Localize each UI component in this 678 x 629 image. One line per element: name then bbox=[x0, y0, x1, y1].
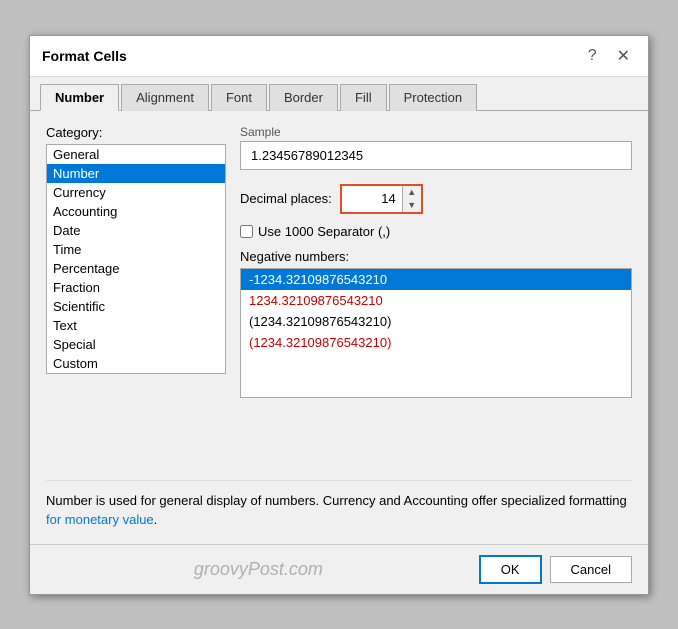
spin-down-button[interactable]: ▼ bbox=[403, 199, 421, 212]
category-item-special[interactable]: Special bbox=[47, 335, 225, 354]
category-item-text[interactable]: Text bbox=[47, 316, 225, 335]
decimal-spinner: ▲ ▼ bbox=[402, 186, 421, 212]
negative-list-wrapper: -1234.32109876543210 1234.32109876543210… bbox=[240, 268, 632, 398]
description-text-after: . bbox=[154, 512, 158, 527]
negative-label: Negative numbers: bbox=[240, 249, 632, 264]
sample-value: 1.23456789012345 bbox=[251, 148, 363, 163]
watermark: groovyPost.com bbox=[46, 559, 471, 580]
decimal-places-row: Decimal places: ▲ ▼ bbox=[240, 184, 632, 214]
sample-section: Sample 1.23456789012345 bbox=[240, 125, 632, 174]
category-item-number[interactable]: Number bbox=[47, 164, 225, 183]
format-cells-dialog: Format Cells ? ✕ Number Alignment Font B… bbox=[29, 35, 649, 595]
negative-item-0[interactable]: -1234.32109876543210 bbox=[241, 269, 631, 290]
negative-list-box: -1234.32109876543210 1234.32109876543210… bbox=[240, 268, 632, 398]
negative-section: Negative numbers: -1234.32109876543210 1… bbox=[240, 249, 632, 470]
dialog-title: Format Cells bbox=[42, 48, 127, 64]
description-text-before: Number is used for general display of nu… bbox=[46, 493, 627, 508]
category-item-accounting[interactable]: Accounting bbox=[47, 202, 225, 221]
separator-row: Use 1000 Separator (,) bbox=[240, 224, 632, 239]
right-panel: Sample 1.23456789012345 Decimal places: … bbox=[240, 125, 632, 470]
tab-alignment[interactable]: Alignment bbox=[121, 84, 209, 111]
dialog-content: Category: General Number Currency Accoun… bbox=[30, 111, 648, 544]
cancel-button[interactable]: Cancel bbox=[550, 556, 632, 583]
title-bar-buttons: ? ✕ bbox=[582, 44, 636, 68]
negative-item-1[interactable]: 1234.32109876543210 bbox=[241, 290, 631, 311]
description-link[interactable]: for monetary value bbox=[46, 512, 154, 527]
category-item-fraction[interactable]: Fraction bbox=[47, 278, 225, 297]
tab-border[interactable]: Border bbox=[269, 84, 338, 111]
decimal-places-label: Decimal places: bbox=[240, 191, 332, 206]
tab-number[interactable]: Number bbox=[40, 84, 119, 111]
sample-label: Sample bbox=[240, 125, 632, 139]
category-item-custom[interactable]: Custom bbox=[47, 354, 225, 373]
category-item-date[interactable]: Date bbox=[47, 221, 225, 240]
category-list[interactable]: General Number Currency Accounting Date … bbox=[46, 144, 226, 374]
sample-box: 1.23456789012345 bbox=[240, 141, 632, 170]
category-list-wrapper: General Number Currency Accounting Date … bbox=[46, 144, 226, 470]
category-item-currency[interactable]: Currency bbox=[47, 183, 225, 202]
category-item-time[interactable]: Time bbox=[47, 240, 225, 259]
tab-font[interactable]: Font bbox=[211, 84, 267, 111]
tab-fill[interactable]: Fill bbox=[340, 84, 387, 111]
spin-up-button[interactable]: ▲ bbox=[403, 186, 421, 199]
left-panel: Category: General Number Currency Accoun… bbox=[46, 125, 226, 470]
negative-list[interactable]: -1234.32109876543210 1234.32109876543210… bbox=[241, 269, 631, 353]
decimal-input-wrap: ▲ ▼ bbox=[340, 184, 423, 214]
title-bar: Format Cells ? ✕ bbox=[30, 36, 648, 77]
negative-item-3[interactable]: (1234.32109876543210) bbox=[241, 332, 631, 353]
separator-label[interactable]: Use 1000 Separator (,) bbox=[240, 224, 390, 239]
tab-bar: Number Alignment Font Border Fill Protec… bbox=[30, 77, 648, 111]
description: Number is used for general display of nu… bbox=[46, 480, 632, 530]
main-area: Category: General Number Currency Accoun… bbox=[46, 125, 632, 470]
help-button[interactable]: ? bbox=[582, 45, 603, 67]
ok-button[interactable]: OK bbox=[479, 555, 542, 584]
category-item-scientific[interactable]: Scientific bbox=[47, 297, 225, 316]
category-item-percentage[interactable]: Percentage bbox=[47, 259, 225, 278]
tab-protection[interactable]: Protection bbox=[389, 84, 478, 111]
separator-text: Use 1000 Separator (,) bbox=[258, 224, 390, 239]
footer: groovyPost.com OK Cancel bbox=[30, 544, 648, 594]
separator-checkbox[interactable] bbox=[240, 225, 253, 238]
decimal-places-input[interactable] bbox=[342, 186, 402, 212]
category-item-general[interactable]: General bbox=[47, 145, 225, 164]
close-button[interactable]: ✕ bbox=[611, 44, 636, 68]
category-label: Category: bbox=[46, 125, 226, 140]
negative-item-2[interactable]: (1234.32109876543210) bbox=[241, 311, 631, 332]
